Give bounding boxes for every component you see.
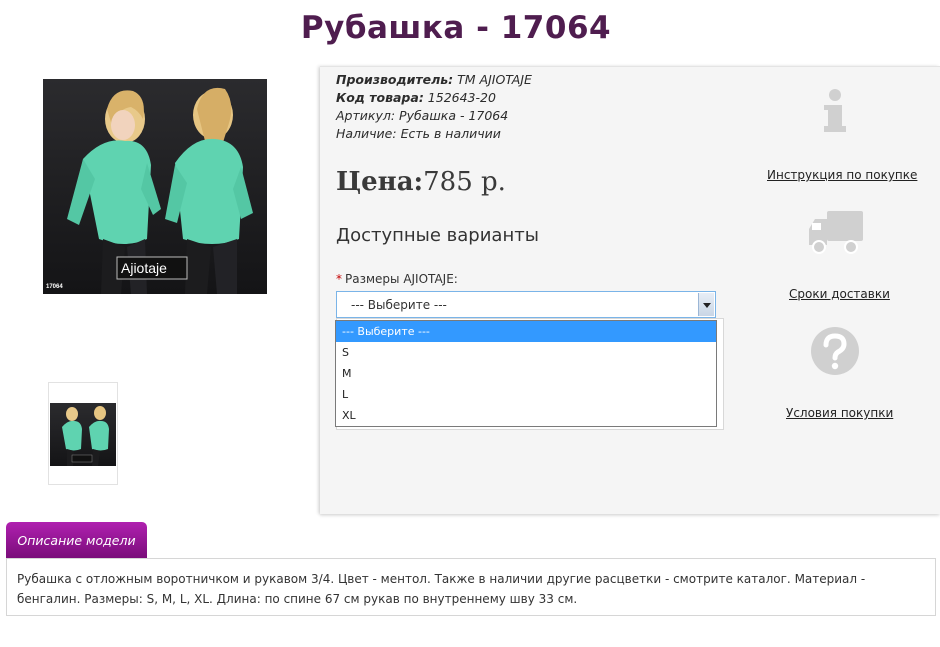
size-field-label: * Размеры AJIOTAJE: bbox=[336, 272, 458, 286]
product-thumbnail[interactable] bbox=[48, 382, 118, 485]
description-text: Рубашка с отложным воротничком и рукавом… bbox=[6, 558, 936, 616]
size-option-l[interactable]: L bbox=[336, 384, 716, 405]
size-select-value: --- Выберите --- bbox=[351, 298, 447, 312]
manufacturer-value: ТМ AJIOTAJE bbox=[457, 72, 532, 87]
article-row: Артикул: Рубашка - 17064 bbox=[336, 108, 509, 123]
manufacturer-row: Производитель: ТМ AJIOTAJE bbox=[336, 72, 532, 87]
availability-row: Наличие: Есть в наличии bbox=[336, 126, 501, 141]
info-icon bbox=[824, 89, 846, 132]
price: Цена:785 р. bbox=[336, 167, 506, 197]
size-option-s[interactable]: S bbox=[336, 342, 716, 363]
instruction-link[interactable]: Инструкция по покупке bbox=[767, 168, 917, 182]
page-title: Рубашка - 17064 bbox=[300, 10, 612, 46]
main-product-image[interactable]: Ajiotaje 17064 bbox=[43, 79, 267, 294]
delivery-terms-link[interactable]: Сроки доставки bbox=[789, 287, 890, 301]
required-mark: * bbox=[336, 272, 342, 286]
size-option-xl[interactable]: XL bbox=[336, 405, 716, 426]
tab-description[interactable]: Описание модели bbox=[6, 522, 147, 558]
question-icon bbox=[811, 327, 859, 375]
price-value: 785 р. bbox=[423, 167, 506, 197]
purchase-terms-link[interactable]: Условия покупки bbox=[786, 406, 893, 420]
image-code-caption: 17064 bbox=[46, 284, 63, 290]
price-label: Цена: bbox=[336, 167, 424, 197]
product-code-value: 152643-20 bbox=[427, 90, 496, 105]
size-option-placeholder[interactable]: --- Выберите --- bbox=[336, 321, 716, 342]
thumbnail-image bbox=[50, 403, 116, 466]
product-code-row: Код товара: 152643-20 bbox=[336, 90, 496, 105]
size-dropdown-list: --- Выберите --- S M L XL bbox=[335, 320, 717, 427]
article-value: Рубашка - 17064 bbox=[399, 108, 509, 123]
size-option-m[interactable]: M bbox=[336, 363, 716, 384]
size-select[interactable]: --- Выберите --- bbox=[336, 291, 716, 318]
product-meta: Производитель: ТМ AJIOTAJE Код товара: 1… bbox=[336, 71, 532, 143]
availability-value: Есть в наличии bbox=[400, 126, 501, 141]
delivery-truck-icon bbox=[809, 211, 863, 254]
variants-heading: Доступные варианты bbox=[336, 225, 539, 246]
image-brand-caption: Ajiotaje bbox=[121, 260, 167, 276]
chevron-down-icon[interactable] bbox=[698, 293, 714, 316]
